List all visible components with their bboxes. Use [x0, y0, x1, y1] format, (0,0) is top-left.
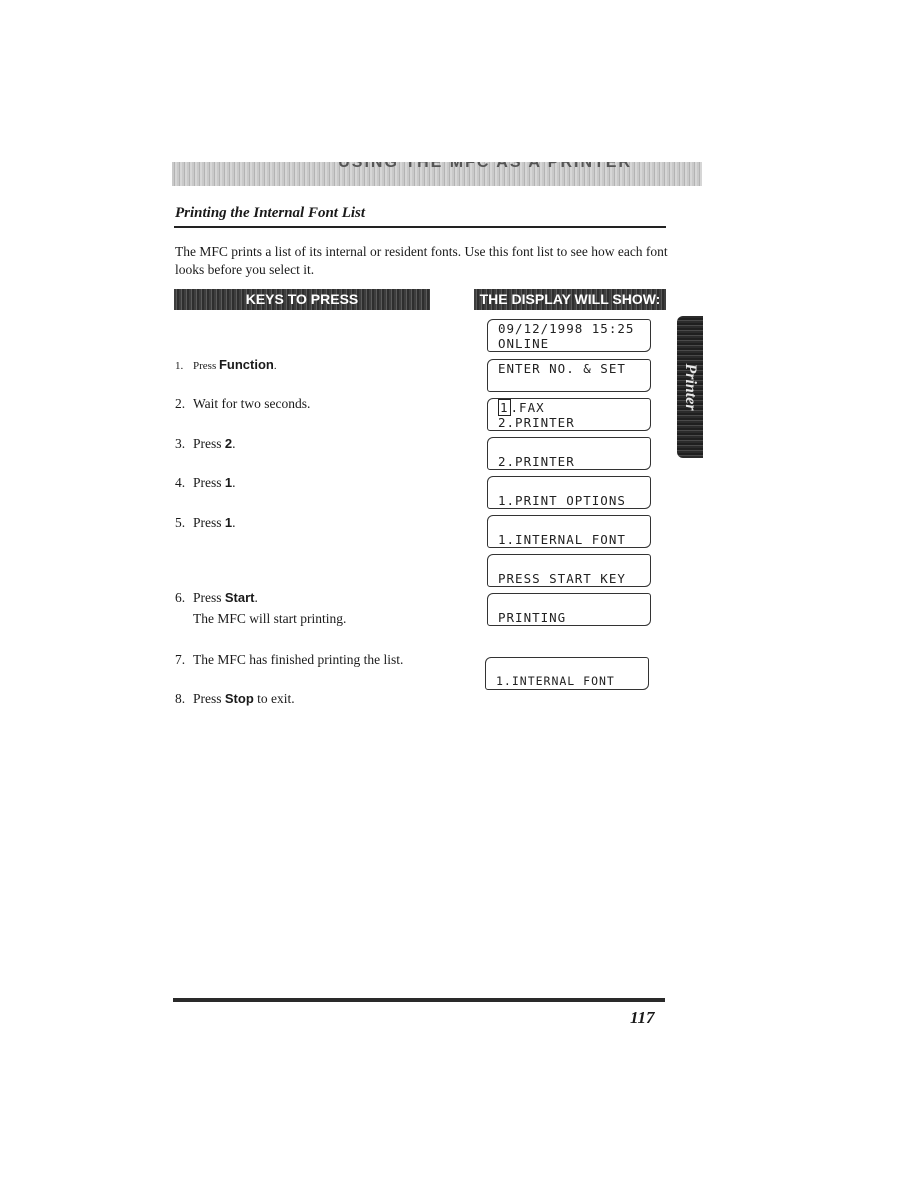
- chapter-header-band: USING THE MFC AS A PRINTER: [172, 162, 702, 186]
- lcd-display: PRESS START KEY: [487, 554, 651, 587]
- step-7: 7. The MFC has finished printing the list…: [175, 652, 404, 667]
- side-tab-label: Printer: [682, 363, 699, 411]
- display-will-show-heading: THE DISPLAY WILL SHOW:: [474, 289, 666, 310]
- lcd-display: PRINTING: [487, 593, 651, 626]
- step-5: 5. Press 1.: [175, 515, 236, 530]
- chapter-title: USING THE MFC AS A PRINTER: [338, 162, 632, 171]
- chapter-side-tab: Printer: [677, 316, 703, 458]
- lcd-display: ENTER NO. & SET: [487, 359, 651, 392]
- footer-divider: [173, 998, 665, 1002]
- lcd-display: 09/12/1998 15:25 ONLINE: [487, 319, 651, 352]
- page-number: 117: [630, 1008, 655, 1027]
- key-function: Function: [218, 357, 274, 372]
- title-divider: [174, 226, 666, 228]
- step-8: 8. Press Stop to exit.: [175, 691, 295, 706]
- intro-paragraph: The MFC prints a list of its internal or…: [175, 244, 668, 277]
- key-stop: Stop: [224, 691, 254, 706]
- step-2: 2. Wait for two seconds.: [175, 396, 311, 411]
- lcd-display: 1.INTERNAL FONT: [487, 515, 651, 548]
- key-start: Start: [224, 590, 255, 605]
- lcd-display: 1.INTERNAL FONT: [485, 657, 649, 690]
- step-1: 1. Press Function.: [175, 357, 277, 372]
- cursor-box: 1: [498, 399, 511, 416]
- step-6: 6. Press Start. The MFC will start printi…: [175, 590, 347, 626]
- keys-to-press-heading: KEYS TO PRESS: [174, 289, 430, 310]
- step-3: 3. Press 2.: [175, 436, 236, 451]
- lcd-display: 2.PRINTER: [487, 437, 651, 470]
- step-6-note: The MFC will start printing.: [193, 611, 347, 626]
- step-4: 4. Press 1.: [175, 475, 236, 490]
- lcd-display: 1 .FAX 2.PRINTER: [487, 398, 651, 431]
- section-title: Printing the Internal Font List: [175, 205, 366, 221]
- lcd-display: 1.PRINT OPTIONS: [487, 476, 651, 509]
